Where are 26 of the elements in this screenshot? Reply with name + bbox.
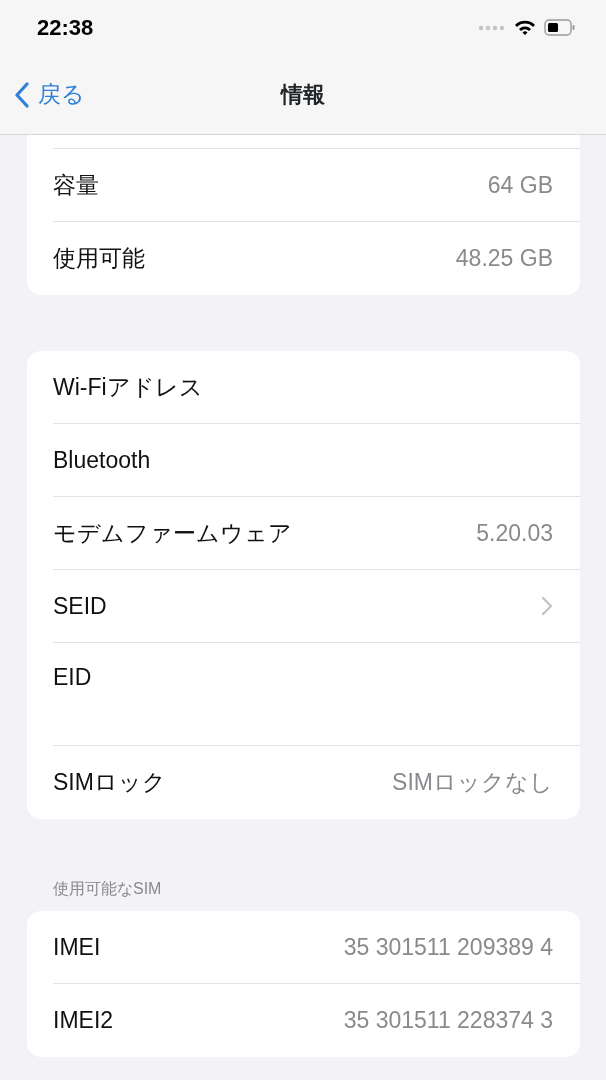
signal-icon: [478, 24, 506, 31]
row-label: モデムファームウェア: [53, 518, 292, 548]
row-label: Bluetooth: [53, 445, 151, 475]
row-label: 容量: [53, 170, 99, 200]
back-button[interactable]: 戻る: [0, 77, 85, 112]
row-label: IMEI: [53, 932, 101, 962]
row-label: SIMロック: [53, 768, 166, 798]
status-time: 22:38: [37, 14, 94, 42]
row-value: 64 GB: [487, 170, 553, 200]
row-label: SEID: [53, 591, 107, 621]
row-value: 35 301511 209389 4: [343, 932, 553, 962]
row-value: 5.20.03: [476, 518, 553, 548]
settings-row[interactable]: SEID: [53, 570, 580, 643]
page-title: 情報: [281, 81, 325, 109]
row-label: EID: [53, 663, 92, 692]
back-chevron-icon: [14, 81, 30, 108]
battery-icon: [544, 19, 576, 36]
row-label: IMEI2: [53, 1006, 114, 1036]
section-header: 使用可能なSIM: [52, 879, 163, 899]
row-value: 35 301511 228374 3: [343, 1006, 553, 1036]
wifi-icon: [514, 19, 536, 36]
row-label: Wi-Fiアドレス: [53, 372, 203, 402]
row-value: 48.25 GB: [455, 244, 553, 274]
row-value: SIMロックなし: [392, 768, 553, 798]
chevron-icon: [541, 596, 553, 616]
row-label: 使用可能: [53, 244, 145, 274]
